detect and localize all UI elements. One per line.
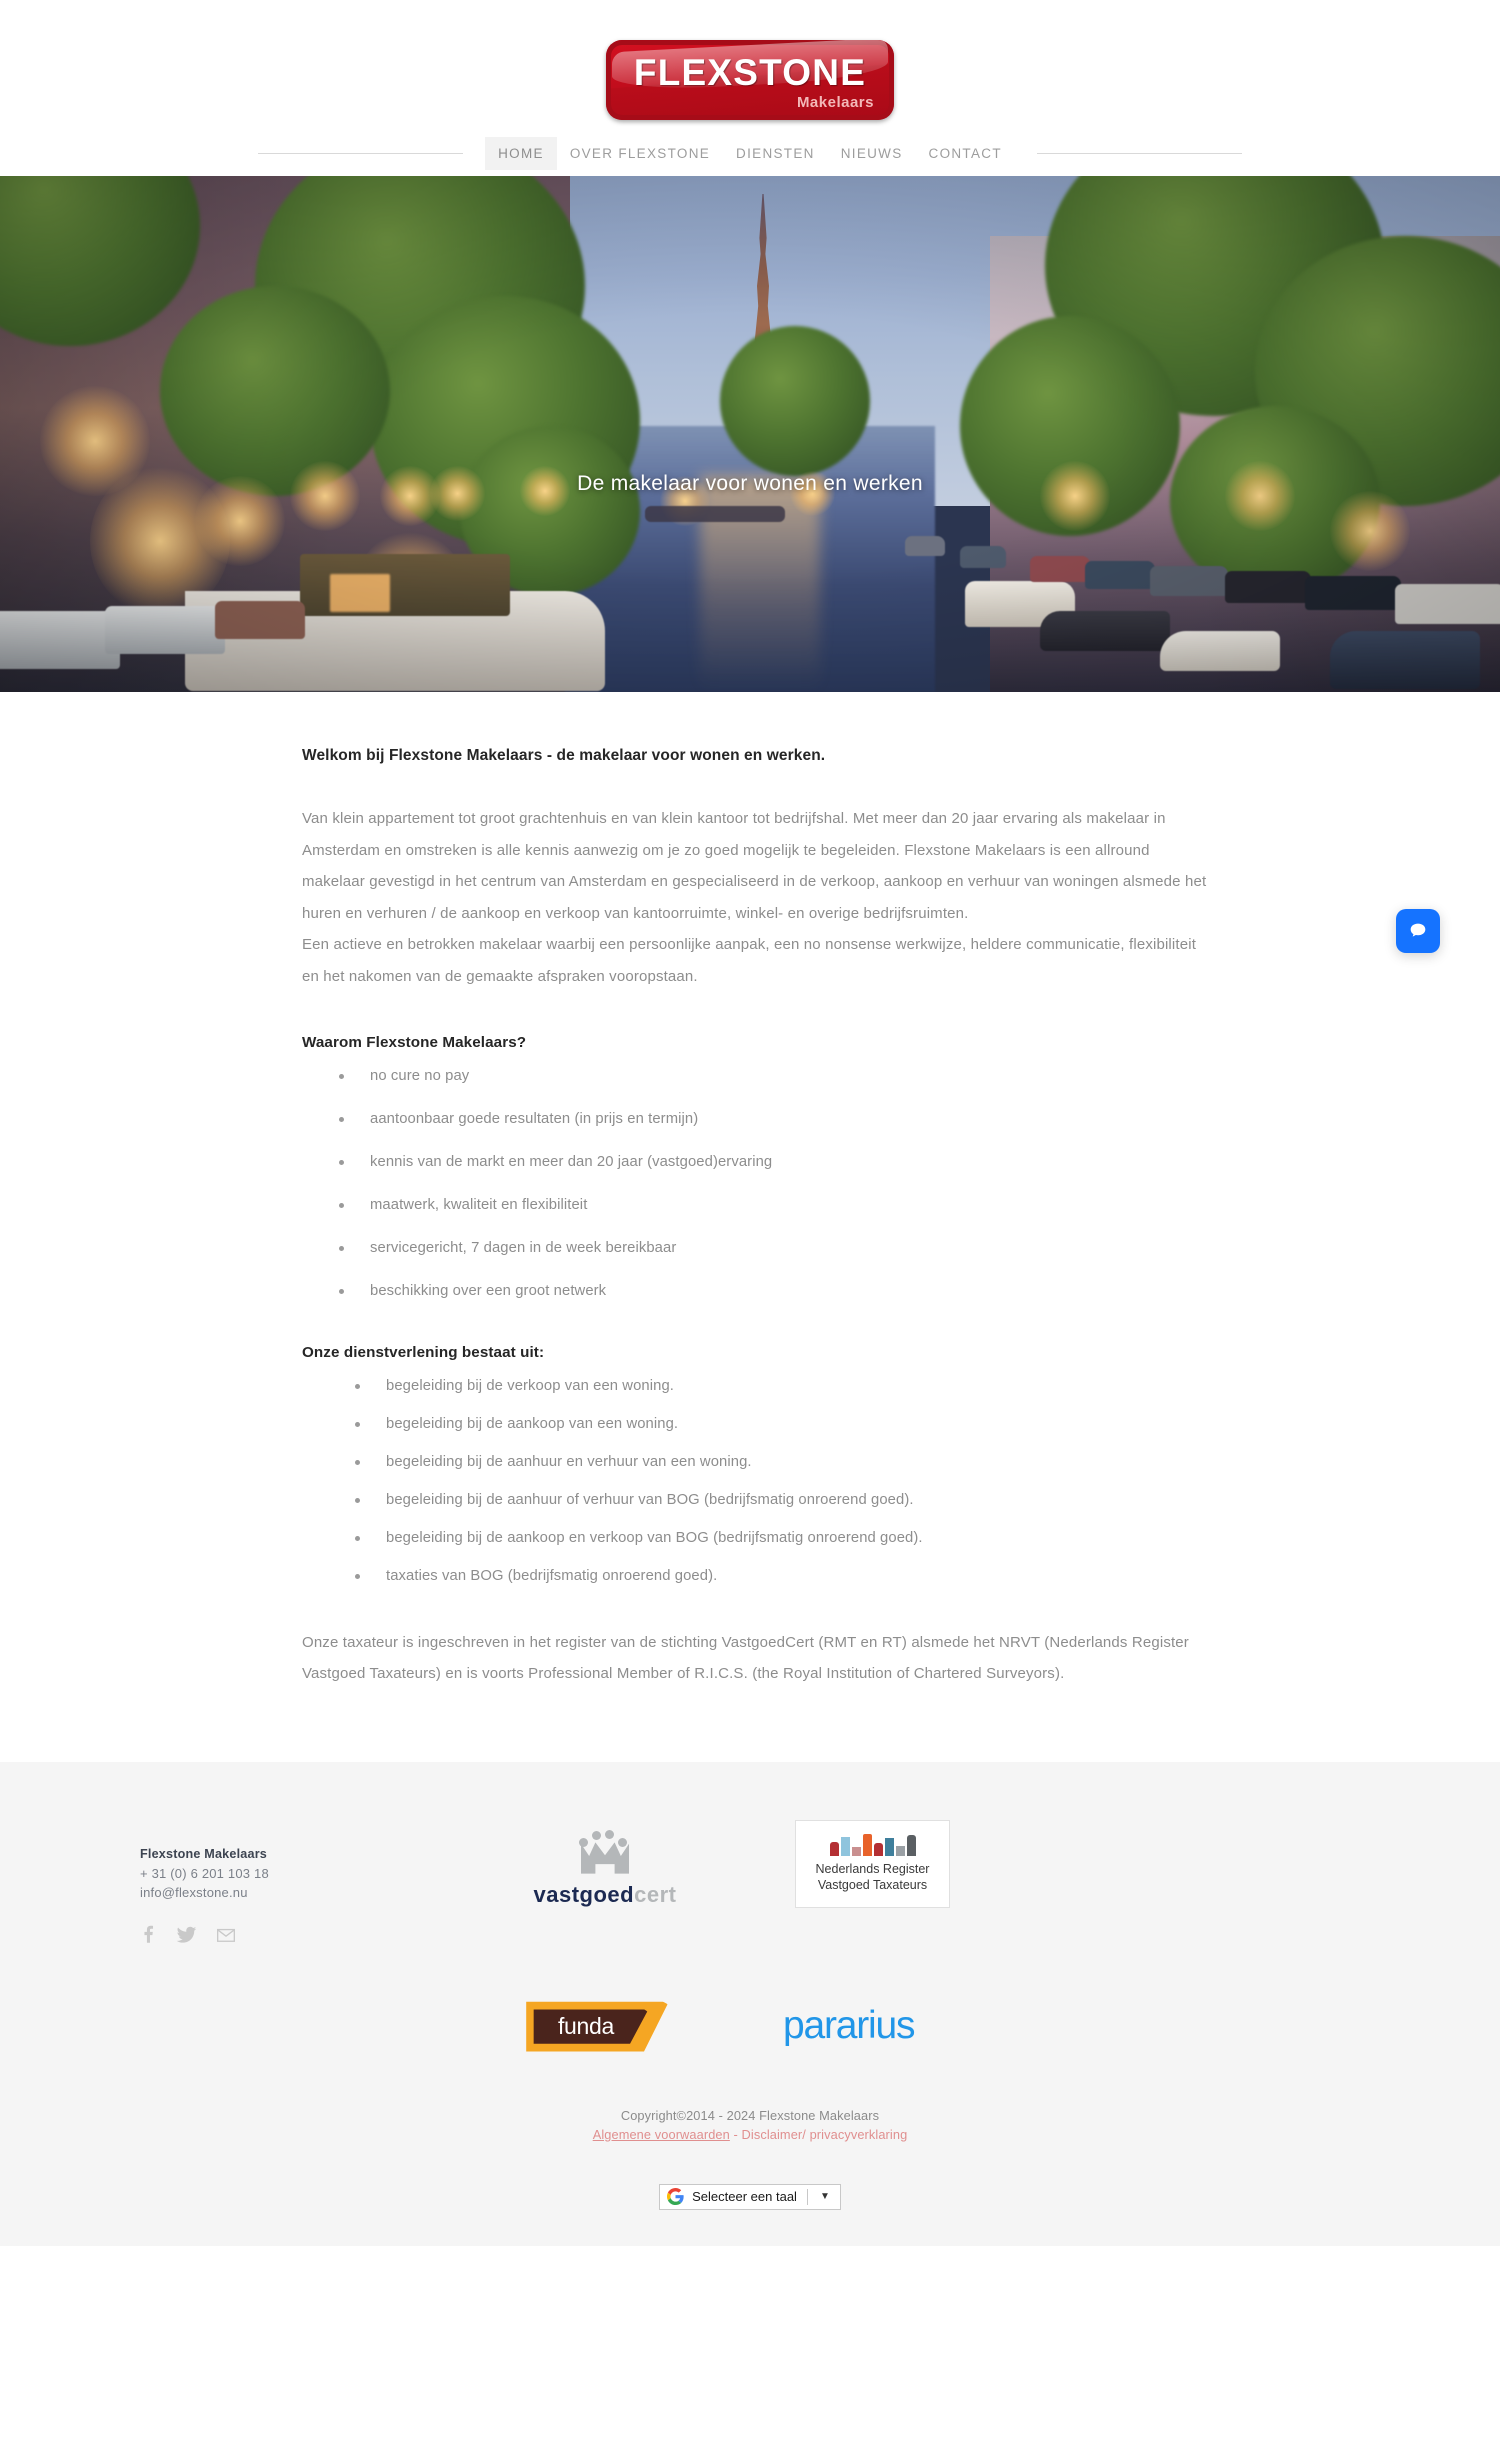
site-footer: Flexstone Makelaars + 31 (0) 6 201 103 1… [0,1761,1500,2246]
nav-item-contact[interactable]: CONTACT [916,137,1015,170]
list-item: maatwerk, kwaliteit en flexibiliteit [336,1196,1210,1216]
chevron-down-icon: ▼ [819,2191,830,2203]
why-heading: Waarom Flexstone Makelaars? [302,1034,527,1051]
facebook-icon [144,1925,154,1943]
funda-wordmark: funda [557,2013,615,2040]
footer-social-links [140,1925,269,1945]
hero-banner: De makelaar voor wonen en werken [0,176,1500,692]
nav-item-nieuws[interactable]: NIEUWS [828,137,916,170]
list-item: begeleiding bij de aankoop van een wonin… [352,1415,1210,1435]
nav-item-diensten[interactable]: DIENSTEN [723,137,828,170]
footer-contact-block: Flexstone Makelaars + 31 (0) 6 201 103 1… [140,1847,269,1945]
nav-items: HOME OVER FLEXSTONE DIENSTEN NIEUWS CONT… [485,136,1015,170]
list-item: beschikking over een groot netwerk [336,1282,1210,1302]
list-item: taxaties van BOG (bedrijfsmatig onroeren… [352,1567,1210,1587]
list-item: begeleiding bij de verkoop van een wonin… [352,1377,1210,1397]
nrvt-line-1: Nederlands Register [815,1862,930,1876]
flexstone-logo[interactable]: FLEXSTONE Makelaars [606,40,894,120]
hero-title: De makelaar voor wonen en werken [577,472,923,495]
nav-item-over-flexstone[interactable]: OVER FLEXSTONE [557,137,723,170]
main-content: Welkom bij Flexstone Makelaars - de make… [0,692,1500,1762]
language-selector-row: Selecteer een taal ▼ [0,2156,1500,2246]
site-header: FLEXSTONE Makelaars HOME OVER FLEXSTONE … [0,0,1500,176]
twitter-icon [176,1926,197,1943]
logo-wordmark: FLEXSTONE [633,51,867,93]
nav-item-home[interactable]: HOME [485,136,557,170]
vastgoedcert-wordmark: vastgoedcert [515,1882,695,1908]
badge-vastgoedcert[interactable]: vastgoedcert [515,1829,695,1908]
services-list: begeleiding bij de verkoop van een wonin… [352,1377,1210,1587]
welcome-heading: Welkom bij Flexstone Makelaars - de make… [302,747,826,764]
legal-links: Algemene voorwaarden - Disclaimer/ priva… [0,2127,1500,2142]
list-item: begeleiding bij de aanhuur of verhuur va… [352,1491,1210,1511]
footer-legal-row: Copyright©2014 - 2024 Flexstone Makelaar… [0,2092,1500,2156]
main-navigation: HOME OVER FLEXSTONE DIENSTEN NIEUWS CONT… [0,130,1500,176]
chat-widget-button[interactable] [1396,909,1440,953]
link-algemene-voorwaarden[interactable]: Algemene voorwaarden [593,2127,730,2142]
services-heading: Onze dienstverlening bestaat uit: [302,1343,545,1361]
link-disclaimer-privacy[interactable]: Disclaimer/ privacyverklaring [742,2127,908,2142]
language-select[interactable]: Selecteer een taal ▼ [659,2183,841,2210]
crown-icon [578,1829,632,1874]
nav-rule-right [1036,152,1242,154]
content-column: Welkom bij Flexstone Makelaars - de make… [290,747,1210,1690]
language-divider [806,2188,808,2205]
vastgoedcert-part-b: cert [634,1881,677,1907]
why-list: no cure no pay aantoonbaar goede resulta… [336,1067,1210,1302]
nav-rule-left [258,152,464,154]
chat-bubble-icon [1410,923,1426,937]
list-item: aantoonbaar goede resultaten (in prijs e… [336,1110,1210,1130]
nrvt-line-2: Vastgoed Taxateurs [817,1877,928,1892]
list-item: begeleiding bij de aankoop en verkoop va… [352,1529,1210,1549]
logo-tagline: Makelaars [796,93,874,111]
legal-separator: - [729,2126,742,2142]
badge-nrvt[interactable]: Nederlands Register Vastgoed Taxateurs [795,1819,950,1908]
email-icon [217,1928,235,1942]
logo-container[interactable]: FLEXSTONE Makelaars [0,30,1500,130]
list-item: no cure no pay [336,1067,1210,1087]
hero-vignette [0,176,1500,692]
footer-email[interactable]: info@flexstone.nu [140,1883,269,1903]
pararius-logo[interactable]: pararius [783,2004,916,2048]
intro-paragraph-2: Een actieve en betrokken makelaar waarbi… [302,936,1197,985]
language-label: Selecteer een taal [692,2189,797,2205]
copyright-text: Copyright©2014 - 2024 Flexstone Makelaar… [620,2107,880,2123]
funda-logo[interactable]: funda [526,2001,669,2052]
list-item: begeleiding bij de aanhuur en verhuur va… [352,1453,1210,1473]
skyline-icon [829,1834,916,1856]
footer-phone: + 31 (0) 6 201 103 18 [140,1865,269,1881]
intro-paragraph-1: Van klein appartement tot groot grachten… [302,810,1207,922]
list-item: kennis van de markt en meer dan 20 jaar … [336,1153,1210,1173]
footer-company-name: Flexstone Makelaars [140,1846,268,1861]
footer-top-row: Flexstone Makelaars + 31 (0) 6 201 103 1… [135,1812,1365,1972]
social-link-email[interactable] [216,1925,236,1945]
closing-paragraph: Onze taxateur is ingeschreven in het reg… [302,1633,1189,1683]
footer-partner-logos: funda pararius [135,1972,1365,2092]
vastgoedcert-part-a: vastgoed [533,1881,635,1907]
social-link-facebook[interactable] [140,1925,157,1945]
social-link-twitter[interactable] [176,1925,197,1945]
google-g-icon [667,2188,684,2206]
list-item: servicegericht, 7 dagen in de week berei… [336,1239,1210,1259]
